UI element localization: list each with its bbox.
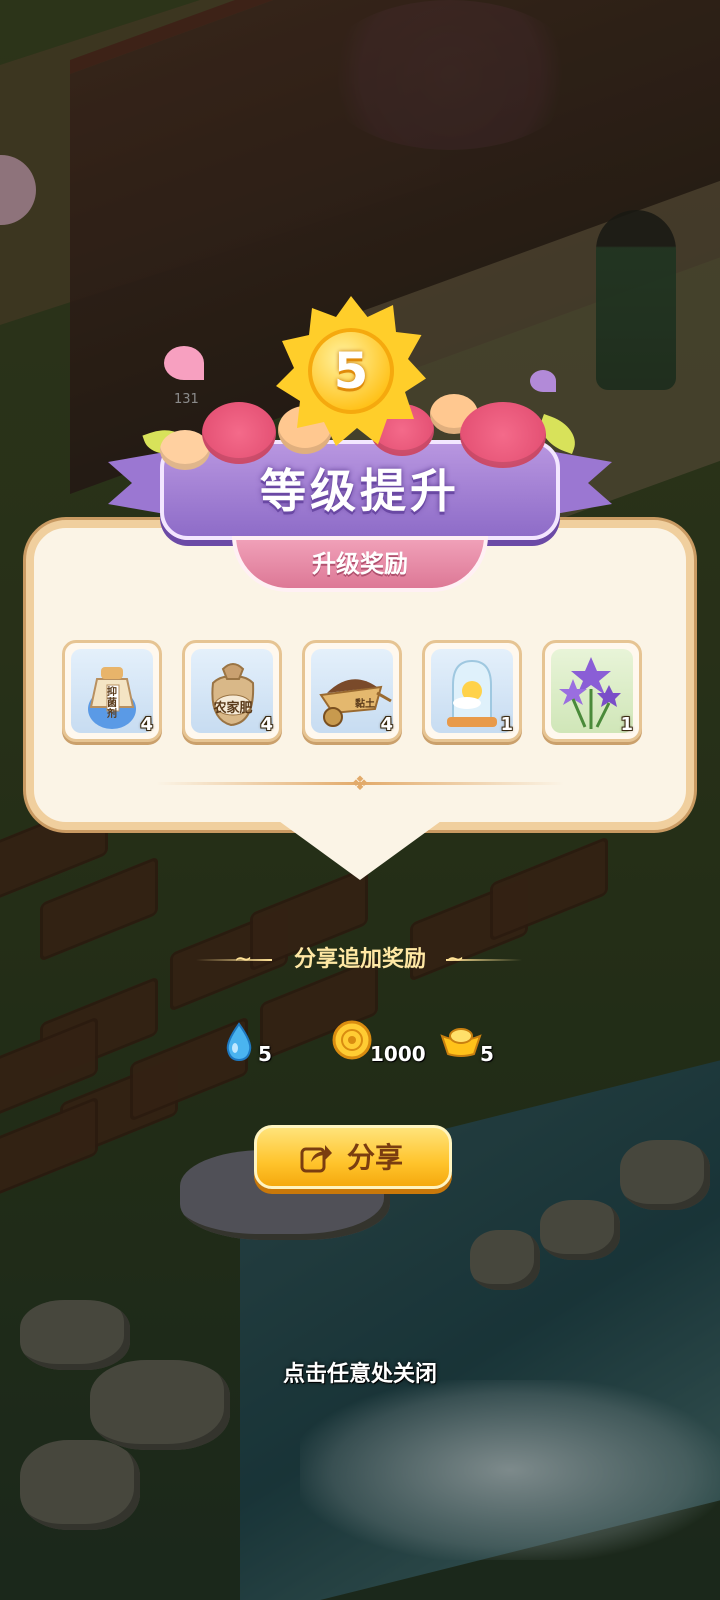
share-icon [300,1145,332,1173]
reward-item-weather-dome[interactable]: 1 [422,640,522,742]
pink-rose-icon [460,402,546,468]
share-bonus-title: 分享追加奖励 [293,947,426,972]
reward-items-row: 抑菌剂 4 农家肥 4 黏土 4 1 1 [62,640,646,744]
panel-bottom-point [250,800,470,880]
item-label: 黏土 [355,699,375,710]
item-count: 4 [260,714,273,735]
item-count: 4 [380,714,393,735]
share-reward-water: 5 [220,1020,280,1070]
share-button[interactable]: 分享 [254,1125,452,1189]
reward-item-bactericide[interactable]: 抑菌剂 4 [62,640,162,742]
water-amount: 5 [258,1042,272,1066]
item-count: 1 [500,714,513,735]
level-number: 5 [333,342,369,400]
butterfly-icon [164,346,204,380]
divider-knot-icon: ❖ [351,771,369,795]
reward-item-fertilizer[interactable]: 农家肥 4 [182,640,282,742]
share-button-label: 分享 [347,1141,404,1174]
butterfly-icon [530,370,556,392]
tap-anywhere-to-close[interactable]: 点击任意处关闭 [200,1356,520,1388]
reward-item-bellflower[interactable]: 1 [542,640,642,742]
ingot-amount: 5 [480,1042,494,1066]
share-reward-ingot: 5 [440,1020,520,1070]
item-count: 4 [140,714,153,735]
reward-item-soil[interactable]: 黏土 4 [302,640,402,742]
pink-rose-icon [202,402,276,464]
coin-icon [332,1020,372,1060]
level-badge: 5 [276,296,426,446]
water-drop-icon [226,1022,252,1062]
item-label: 农家肥 [213,701,253,716]
share-reward-coin: 1000 [332,1020,442,1070]
item-label: 抑菌剂 [107,687,117,720]
reward-subtitle: 升级奖励 [312,550,408,578]
coin-amount: 1000 [370,1042,426,1066]
share-rewards-row: 5 1000 5 [220,1020,520,1070]
gold-ingot-icon [440,1028,482,1057]
item-count: 1 [620,714,633,735]
